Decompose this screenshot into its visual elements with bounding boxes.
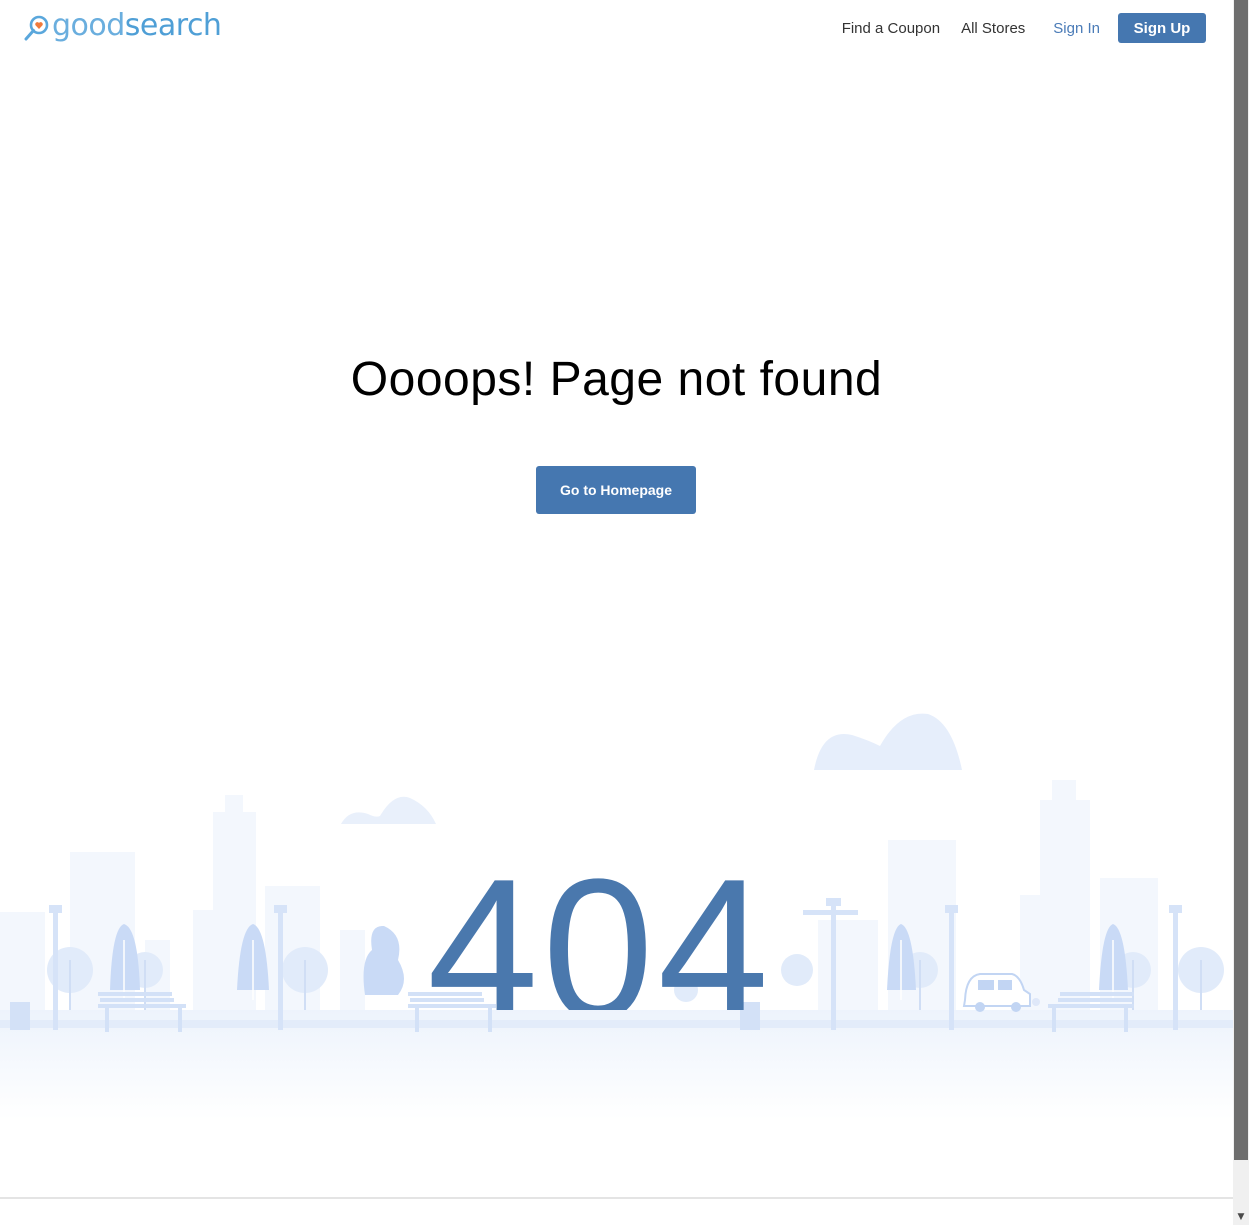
cloud-shape bbox=[814, 713, 962, 770]
nav-all-stores[interactable]: All Stores bbox=[961, 20, 1025, 37]
error-code-text: 404 bbox=[427, 840, 773, 1030]
cloud-shape bbox=[341, 796, 436, 824]
scrollbar-thumb[interactable] bbox=[1234, 0, 1248, 1160]
nav-find-coupon[interactable]: Find a Coupon bbox=[842, 20, 940, 37]
magnifier-heart-icon bbox=[24, 15, 49, 41]
goodsearch-logo[interactable]: goodsearch bbox=[24, 8, 222, 46]
sign-in-link[interactable]: Sign In bbox=[1053, 20, 1100, 37]
vertical-scrollbar[interactable]: ▲ ▼ bbox=[1233, 0, 1249, 1225]
sign-up-button[interactable]: Sign Up bbox=[1118, 13, 1206, 43]
top-nav: Find a Coupon All Stores Sign In Sign Up bbox=[842, 13, 1206, 43]
arrow-down-icon[interactable]: ▼ bbox=[1233, 1209, 1249, 1225]
footer-divider bbox=[0, 1197, 1233, 1199]
page: goodsearch Find a Coupon All Stores Sign… bbox=[0, 0, 1233, 1225]
logo-wordmark: goodsearch bbox=[52, 8, 222, 43]
page-title: Oooops! Page not found bbox=[350, 353, 883, 406]
error-code-graphic: 404 bbox=[427, 840, 773, 1030]
go-to-homepage-button[interactable]: Go to Homepage bbox=[536, 466, 696, 514]
